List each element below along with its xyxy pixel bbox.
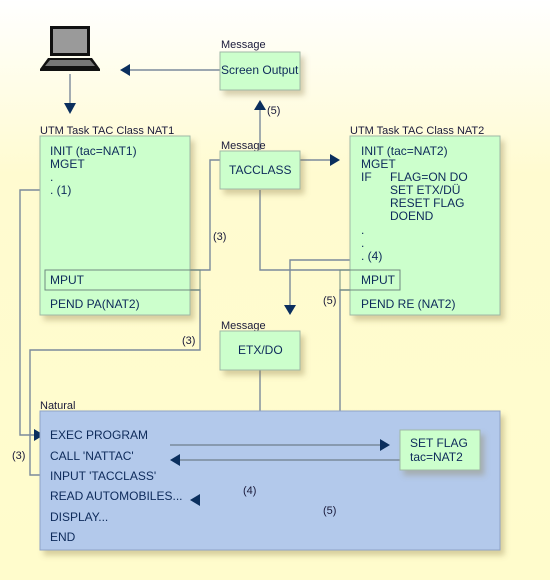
- nat2-line: INIT (tac=NAT2): [361, 144, 448, 158]
- nat2-title: UTM Task TAC Class NAT2: [350, 125, 484, 137]
- nat1-pend: PEND PA(NAT2): [50, 297, 140, 311]
- step4-to-etxdo-line: [289, 259, 350, 305]
- step-label-3: (3): [213, 231, 226, 243]
- natural-title: Natural: [40, 400, 75, 412]
- natural-line: INPUT 'TACCLASS': [50, 469, 156, 483]
- natural-line: EXEC PROGRAM: [50, 428, 148, 442]
- arrowhead-right: [330, 154, 340, 166]
- nat2-line: .: [361, 236, 364, 250]
- nat2-line: MGET: [361, 157, 396, 171]
- etxdo-caption: Message: [221, 320, 266, 332]
- nat1-mput: MPUT: [50, 273, 85, 287]
- setflag-line: SET FLAG: [410, 436, 468, 450]
- nat2-line: . (4): [361, 249, 382, 263]
- setflag-line: tac=NAT2: [410, 450, 463, 464]
- screen-output-text: Screen Output: [221, 63, 299, 77]
- natural-line: DISPLAY...: [50, 510, 108, 524]
- nat1-title: UTM Task TAC Class NAT1: [40, 125, 174, 137]
- arrowhead-down: [64, 103, 76, 114]
- nat2-pend: PEND RE (NAT2): [361, 297, 455, 311]
- tacclass-caption: Message: [221, 140, 266, 152]
- arrowhead-left: [120, 64, 130, 76]
- step-label-4: (4): [243, 485, 256, 497]
- arrowhead-up: [254, 100, 266, 110]
- nat1-line: .: [50, 170, 53, 184]
- step-label-5: (5): [323, 295, 336, 307]
- step-label-5: (5): [267, 105, 280, 117]
- natural-line: CALL 'NATTAC': [50, 449, 134, 463]
- step-label-3: (3): [182, 335, 195, 347]
- natural-line: READ AUTOMOBILES...: [50, 489, 182, 503]
- nat2-line: SET ETX/DÜ: [390, 183, 460, 197]
- arrowhead-down: [284, 305, 296, 315]
- laptop-icon: [40, 26, 100, 71]
- nat1-line: INIT (tac=NAT1): [50, 144, 137, 158]
- nat2-line: IF: [361, 170, 372, 184]
- nat2-mput: MPUT: [361, 273, 396, 287]
- step-label-5: (5): [323, 505, 336, 517]
- nat1-line: MGET: [50, 157, 85, 171]
- step-label-3: (3): [12, 450, 25, 462]
- diagram: Message Screen Output (5) Message TACCLA…: [12, 26, 501, 551]
- natural-line: END: [50, 530, 76, 544]
- nat2-line: FLAG=ON DO: [390, 170, 468, 184]
- nat2-line: RESET FLAG: [390, 196, 464, 210]
- screen-output-caption: Message: [221, 39, 266, 51]
- nat2-line: DOEND: [390, 209, 434, 223]
- nat2-line: .: [361, 223, 364, 237]
- tacclass-text: TACCLASS: [229, 163, 291, 177]
- etxdo-text: ETX/DO: [238, 343, 283, 357]
- nat1-line: . (1): [50, 183, 71, 197]
